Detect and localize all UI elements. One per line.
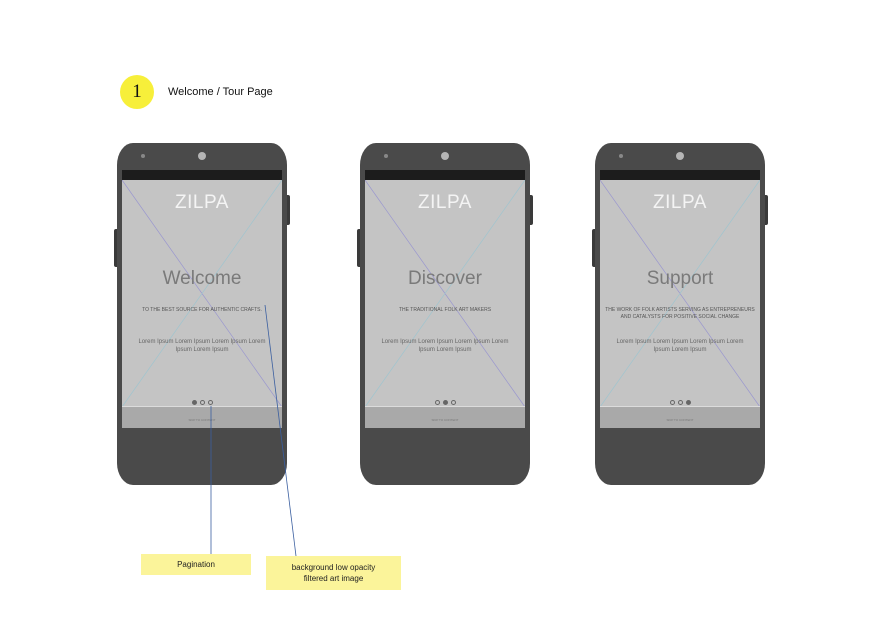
callout-lines [210, 304, 297, 557]
background-callout-line [264, 304, 297, 557]
pagination-note: Pagination [141, 554, 251, 575]
background-note: background low opacity filtered art imag… [266, 556, 401, 590]
background-note-line1: background low opacity [291, 563, 376, 572]
background-note-line2: filtered art image [303, 574, 364, 583]
pagination-note-text: Pagination [177, 560, 215, 569]
